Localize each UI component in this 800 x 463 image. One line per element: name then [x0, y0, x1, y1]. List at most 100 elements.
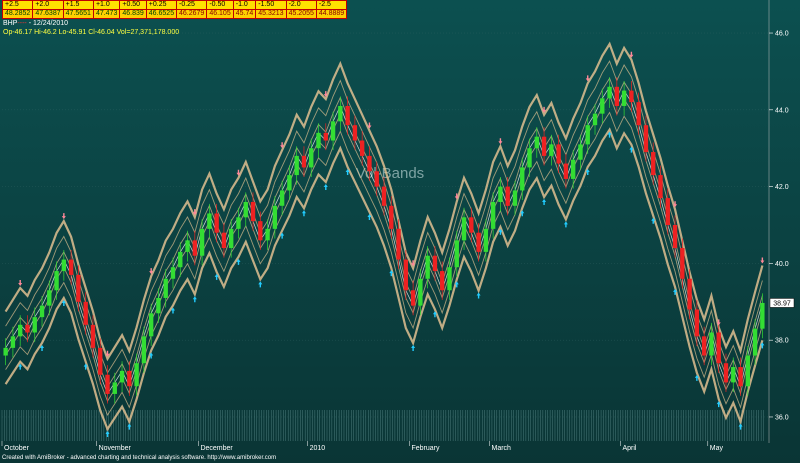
candle-body: [454, 240, 459, 268]
candle-body: [338, 105, 343, 122]
candle-body: [236, 217, 241, 229]
candle-body: [330, 121, 336, 141]
footer-credit: Created with AmiBroker - advanced charti…: [2, 455, 277, 461]
y-tick-label: 36.0: [775, 414, 789, 421]
candle-body: [709, 332, 714, 356]
candle-body: [359, 140, 365, 156]
lower-pct-cell: -2.5: [315, 0, 348, 10]
last-price-label: 38.97: [769, 298, 795, 308]
upper-pct-cell: +1.0: [92, 0, 121, 10]
candle-body: [563, 163, 569, 179]
candle-body: [243, 201, 248, 218]
candle-body: [47, 290, 52, 306]
candle-body: [760, 302, 765, 329]
candle-body: [105, 374, 110, 394]
y-tick-label: 38.0: [775, 338, 789, 345]
candle-body: [229, 228, 234, 249]
upper-val-cell: 47.5651: [62, 9, 94, 19]
price-chart[interactable]: Vol-Bands 36.0 38.0 40.0 42.0 44.0 46.0 Octob…: [0, 0, 800, 463]
candle-body: [396, 228, 401, 260]
lower-pct-cell: -0.25: [175, 0, 208, 10]
lower-val-cell: 46.2679: [175, 9, 208, 19]
candle-body: [527, 148, 532, 168]
lower-val-cell: 45.2055: [285, 9, 317, 19]
candle-body: [279, 190, 285, 206]
upper-band-table: +2.5 +2.0 +1.5 +1.0 +0.50 +0.25 48.2852 …: [1, 0, 178, 19]
candle-body: [469, 217, 474, 233]
candle-body: [440, 271, 445, 291]
candle-body: [156, 297, 161, 314]
lower-pct-cell: -1.50: [255, 0, 287, 10]
candle-body: [752, 328, 758, 356]
x-tick-label: March: [492, 445, 512, 452]
candle-body: [432, 255, 438, 272]
candle-body: [556, 144, 561, 164]
upper-pct-cell: +0.25: [145, 0, 178, 10]
candle-body: [90, 324, 96, 348]
candle-body: [672, 225, 678, 249]
candle-body: [148, 313, 154, 337]
candle-body: [629, 90, 634, 103]
lower-val-cell: 46.105: [206, 9, 234, 19]
candle-body: [731, 367, 736, 383]
candle-body: [163, 278, 168, 298]
candle-body: [221, 232, 227, 249]
candle-body: [592, 113, 598, 126]
upper-val-cell: 46.839: [119, 9, 147, 19]
candle-body: [309, 148, 314, 168]
candle-body: [39, 305, 45, 318]
lower-val-cell: 45.3213: [255, 9, 287, 19]
candle-body: [18, 324, 23, 337]
candle-body: [250, 201, 256, 222]
upper-pct-cell: +1.5: [62, 0, 94, 10]
candle-body: [621, 90, 627, 106]
candle-body: [607, 86, 612, 99]
chart-date: - 12/24/2010: [28, 20, 68, 27]
symbol-title: BHP---- - 12/24/2010: [3, 20, 68, 27]
candle-body: [570, 159, 576, 179]
candle-body: [403, 259, 409, 291]
candle-body: [345, 105, 350, 126]
candle-body: [687, 278, 692, 310]
x-tick-label: February: [411, 445, 440, 452]
candle-body: [534, 136, 539, 149]
upper-val-cell: 48.2852: [1, 9, 34, 19]
x-tick-label: 2010: [310, 445, 326, 452]
x-tick-label: May: [710, 445, 724, 452]
candle-body: [600, 98, 605, 114]
candle-body: [178, 251, 183, 268]
ticker-flag: ----: [17, 20, 27, 27]
candle-body: [745, 355, 750, 387]
candle-body: [512, 190, 518, 206]
candle-body: [127, 370, 132, 387]
y-tick-label: 40.0: [775, 261, 789, 268]
candle-body: [549, 144, 554, 156]
candle-body: [272, 205, 278, 229]
candle-body: [185, 240, 190, 252]
candle-body: [447, 267, 452, 291]
candle-body: [658, 175, 663, 199]
upper-val-cell: 46.6525: [145, 9, 178, 19]
upper-pct-cell: +2.5: [1, 0, 34, 10]
candle-body: [418, 278, 423, 306]
candle-body: [694, 309, 700, 337]
candle-body: [98, 347, 103, 375]
upper-pct-cell: +2.0: [32, 0, 64, 10]
upper-val-cell: 47.6387: [32, 9, 64, 19]
candle-body: [716, 332, 721, 364]
candle-body: [425, 255, 430, 279]
candle-body: [374, 171, 379, 187]
candle-body: [352, 125, 358, 141]
candle-body: [410, 290, 416, 306]
candle-body: [665, 198, 670, 225]
candle-body: [585, 125, 590, 145]
candle-body: [498, 186, 503, 202]
last-price-text: 38.97: [773, 300, 791, 307]
candle-body: [258, 221, 263, 241]
candle-body: [61, 259, 67, 272]
candle-body: [3, 347, 8, 356]
y-tick-label: 46.0: [775, 31, 789, 38]
x-tick-label: April: [622, 445, 636, 452]
candle-body: [520, 167, 525, 191]
candle-body: [367, 155, 372, 172]
